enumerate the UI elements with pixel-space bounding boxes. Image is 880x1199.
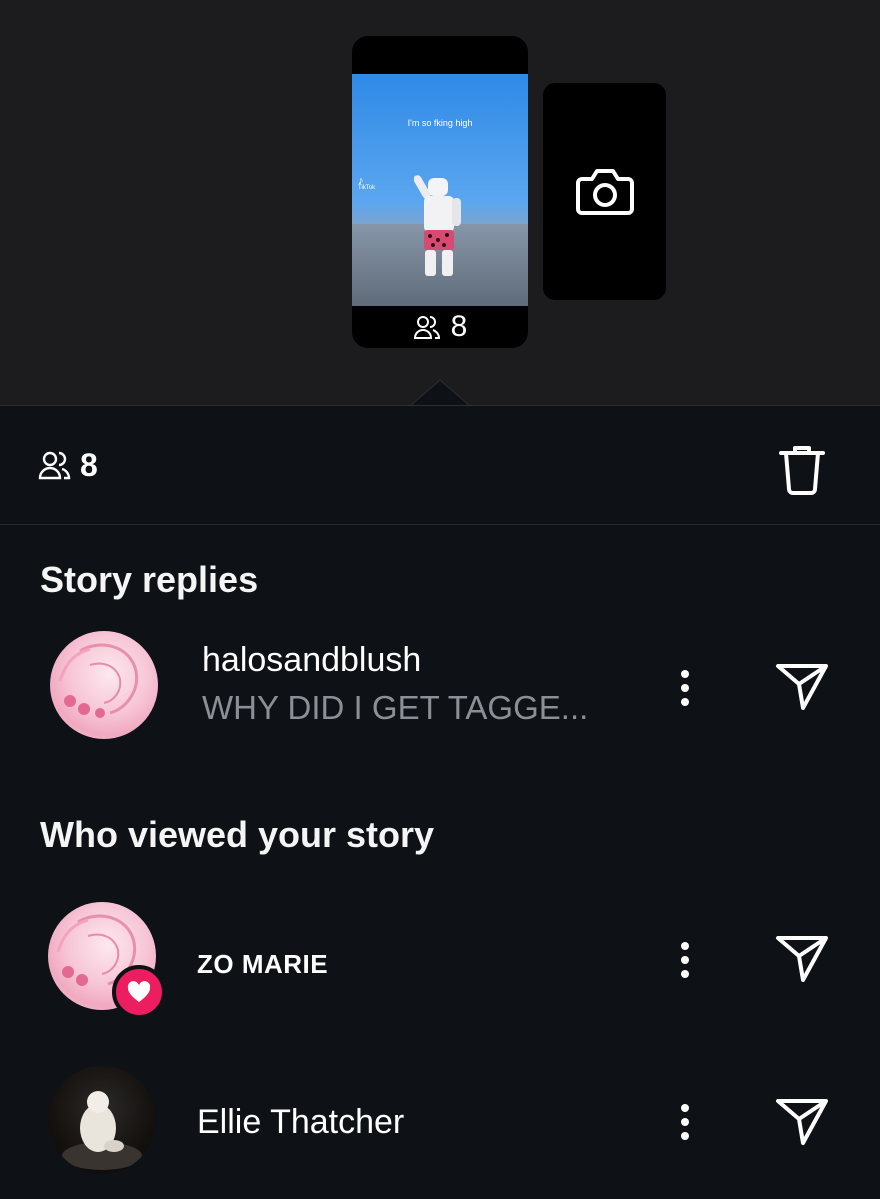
story-thumbnail[interactable]: I'm so fking high ♪ TikTok 8 (352, 36, 528, 348)
more-vertical-icon (681, 1104, 689, 1140)
viewers-icon (413, 316, 440, 339)
story-viewer-count: 8 (352, 306, 528, 348)
avatar-artwork (58, 643, 139, 718)
viewer-row[interactable]: ZO MARIE (0, 895, 880, 1019)
tiktok-watermark-label: TikTok (358, 185, 376, 191)
send-icon (776, 936, 828, 982)
tiktok-logo-icon: ♪ (358, 175, 364, 187)
add-story-camera-button[interactable] (543, 83, 666, 300)
heart-icon (127, 981, 151, 1002)
avatar[interactable] (48, 1066, 156, 1174)
viewers-icon (38, 451, 71, 480)
story-details-sheet: 8 Story replies halosandblush WHY DID I … (0, 405, 880, 1199)
send-button[interactable] (772, 659, 832, 715)
story-preview-area: I'm so fking high ♪ TikTok 8 (0, 0, 880, 407)
viewer-name[interactable]: Ellie Thatcher (197, 1103, 404, 1141)
send-icon (776, 1099, 828, 1145)
viewers-count: 8 (80, 447, 98, 483)
more-vertical-icon (681, 942, 689, 978)
story-viewer-count-value: 8 (450, 310, 468, 343)
viewer-name[interactable]: ZO MARIE (197, 945, 328, 983)
more-options-button[interactable] (670, 935, 700, 985)
send-icon (776, 664, 828, 710)
camera-icon (575, 168, 634, 215)
tiktok-watermark: ♪ TikTok (358, 175, 376, 192)
viewer-row[interactable]: Ellie Thatcher (0, 1060, 880, 1180)
trash-icon (779, 446, 825, 495)
liked-badge (112, 965, 166, 1019)
avatar[interactable] (50, 631, 158, 739)
avatar-artwork (62, 1091, 142, 1170)
story-caption: I'm so fking high (407, 118, 473, 128)
send-button[interactable] (772, 931, 832, 987)
more-options-button[interactable] (670, 663, 700, 713)
viewers-summary[interactable]: 8 (38, 447, 98, 483)
reply-row[interactable]: halosandblush WHY DID I GET TAGGE... (0, 625, 880, 745)
send-button[interactable] (772, 1094, 832, 1150)
selection-pointer (410, 379, 470, 407)
story-replies-heading: Story replies (40, 559, 259, 600)
more-options-button[interactable] (670, 1097, 700, 1147)
avatar-figure-icon (414, 175, 461, 276)
reply-username[interactable]: halosandblush (202, 641, 421, 679)
viewer-summary-row: 8 (0, 405, 880, 525)
delete-story-button[interactable] (774, 439, 830, 499)
more-vertical-icon (681, 670, 689, 706)
who-viewed-heading: Who viewed your story (40, 814, 435, 855)
reply-message[interactable]: WHY DID I GET TAGGE... (202, 689, 588, 727)
story-media: I'm so fking high ♪ TikTok (352, 74, 528, 306)
